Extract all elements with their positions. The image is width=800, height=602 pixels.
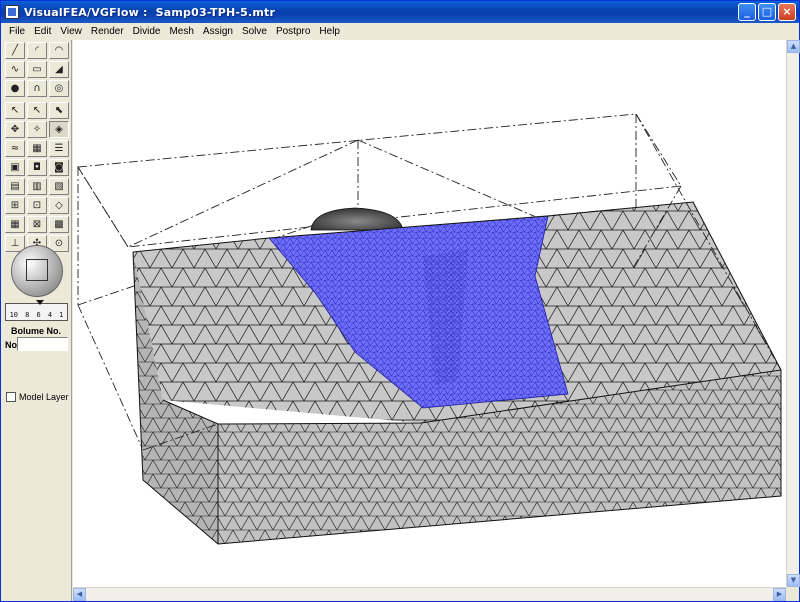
minimize-button[interactable]: _ [738,3,756,21]
ruler-tick: 10 [9,311,18,319]
close-button[interactable]: × [778,3,796,21]
menu-render[interactable]: Render [87,26,128,37]
ruler-tick: 6 [36,311,41,319]
extrude-tool-icon[interactable]: ▦ [27,140,47,157]
menu-assign[interactable]: Assign [199,26,237,37]
dome-object [310,207,404,231]
curve-tool-icon[interactable]: ∿ [5,61,25,78]
model-viewport[interactable] [73,40,786,587]
menu-mesh[interactable]: Mesh [165,26,197,37]
torus-tool-icon[interactable]: ◎ [49,80,69,97]
ruler-tick: 1 [59,311,64,319]
arc-3pt-tool-icon[interactable]: ◠ [49,42,69,59]
mesh-c-icon[interactable]: ◇ [49,197,69,214]
menu-edit[interactable]: Edit [30,26,55,37]
no-label: No [5,340,17,350]
list-tool-icon[interactable]: ☰ [49,140,69,157]
scroll-corner [786,587,799,600]
sweep-tool-icon[interactable]: ≈ [5,140,25,157]
select-arrow-icon[interactable]: ↖ [5,102,25,119]
menu-bar: File Edit View Render Divide Mesh Assign… [1,23,799,40]
block-a-icon[interactable]: ▣ [5,159,25,176]
vertical-scrollbar[interactable]: ▲ ▼ [786,40,800,587]
ruler-tick: 4 [47,311,53,319]
title-bar[interactable]: VisualFEA/VGFlow : Samp03-TPH-5.mtr _ □ … [1,1,799,23]
line-tool-icon[interactable]: ╱ [5,42,25,59]
ruler-pointer-icon [36,300,44,305]
app-icon [5,5,19,19]
block-c-icon[interactable]: ◙ [49,159,69,176]
model-layer-checkbox[interactable] [6,392,16,402]
horizontal-scrollbar[interactable]: ◀ ▶ [73,587,786,601]
ruler-tick: 8 [25,311,30,319]
menu-solve[interactable]: Solve [238,26,271,37]
rectangle-tool-icon[interactable]: ▭ [27,61,47,78]
scroll-up-icon[interactable]: ▲ [787,40,800,53]
mesh-e-icon[interactable]: ⊠ [27,216,47,233]
scroll-right-icon[interactable]: ▶ [773,588,786,601]
surface-tool-icon[interactable]: ◢ [49,61,69,78]
model-layer-label: Model Layer [19,392,69,402]
pick-volume-icon[interactable]: ◈ [49,121,69,138]
menu-view[interactable]: View [56,26,86,37]
block-e-icon[interactable]: ▥ [27,178,47,195]
app-window: VisualFEA/VGFlow : Samp03-TPH-5.mtr _ □ … [0,0,800,602]
menu-help[interactable]: Help [315,26,344,37]
block-b-icon[interactable]: ◘ [27,159,47,176]
cube-icon [26,259,48,281]
cylinder-tool-icon[interactable]: ∩ [27,80,47,97]
maximize-button[interactable]: □ [758,3,776,21]
menu-divide[interactable]: Divide [129,26,165,37]
select-region-icon[interactable]: ⬉ [49,102,69,119]
mesh-a-icon[interactable]: ⊞ [5,197,25,214]
model-layer-toggle[interactable]: Model Layer [6,392,69,402]
volume-number-label: Bolume No. [11,326,62,336]
scroll-down-icon[interactable]: ▼ [787,574,800,587]
block-d-icon[interactable]: ▤ [5,178,25,195]
fem-mesh-view [77,113,782,545]
rotation-orb[interactable] [11,245,63,297]
mesh-f-icon[interactable]: ▩ [49,216,69,233]
select-multi-icon[interactable]: ↖ [27,102,47,119]
block-f-icon[interactable]: ▧ [49,178,69,195]
menu-file[interactable]: File [5,26,29,37]
menu-postpro[interactable]: Postpro [272,26,314,37]
pick-edge-icon[interactable]: ✧ [27,121,47,138]
tool-palette: ╱ ◜ ◠ ∿ ▭ ◢ ● ∩ ◎ ↖ ↖ ⬉ ✥ ✧ ◈ ≈ ▦ ☰ ▣ ◘ … [1,40,72,601]
volume-number-input[interactable] [17,337,68,351]
mesh-d-icon[interactable]: ▦ [5,216,25,233]
window-title: VisualFEA/VGFlow : Samp03-TPH-5.mtr [24,5,276,19]
depth-ruler[interactable]: 10 8 6 4 1 [5,300,68,321]
pick-node-icon[interactable]: ✥ [5,121,25,138]
sphere-tool-icon[interactable]: ● [5,80,25,97]
arc-tool-icon[interactable]: ◜ [27,42,47,59]
mesh-b-icon[interactable]: ⊡ [27,197,47,214]
scroll-left-icon[interactable]: ◀ [73,588,86,601]
